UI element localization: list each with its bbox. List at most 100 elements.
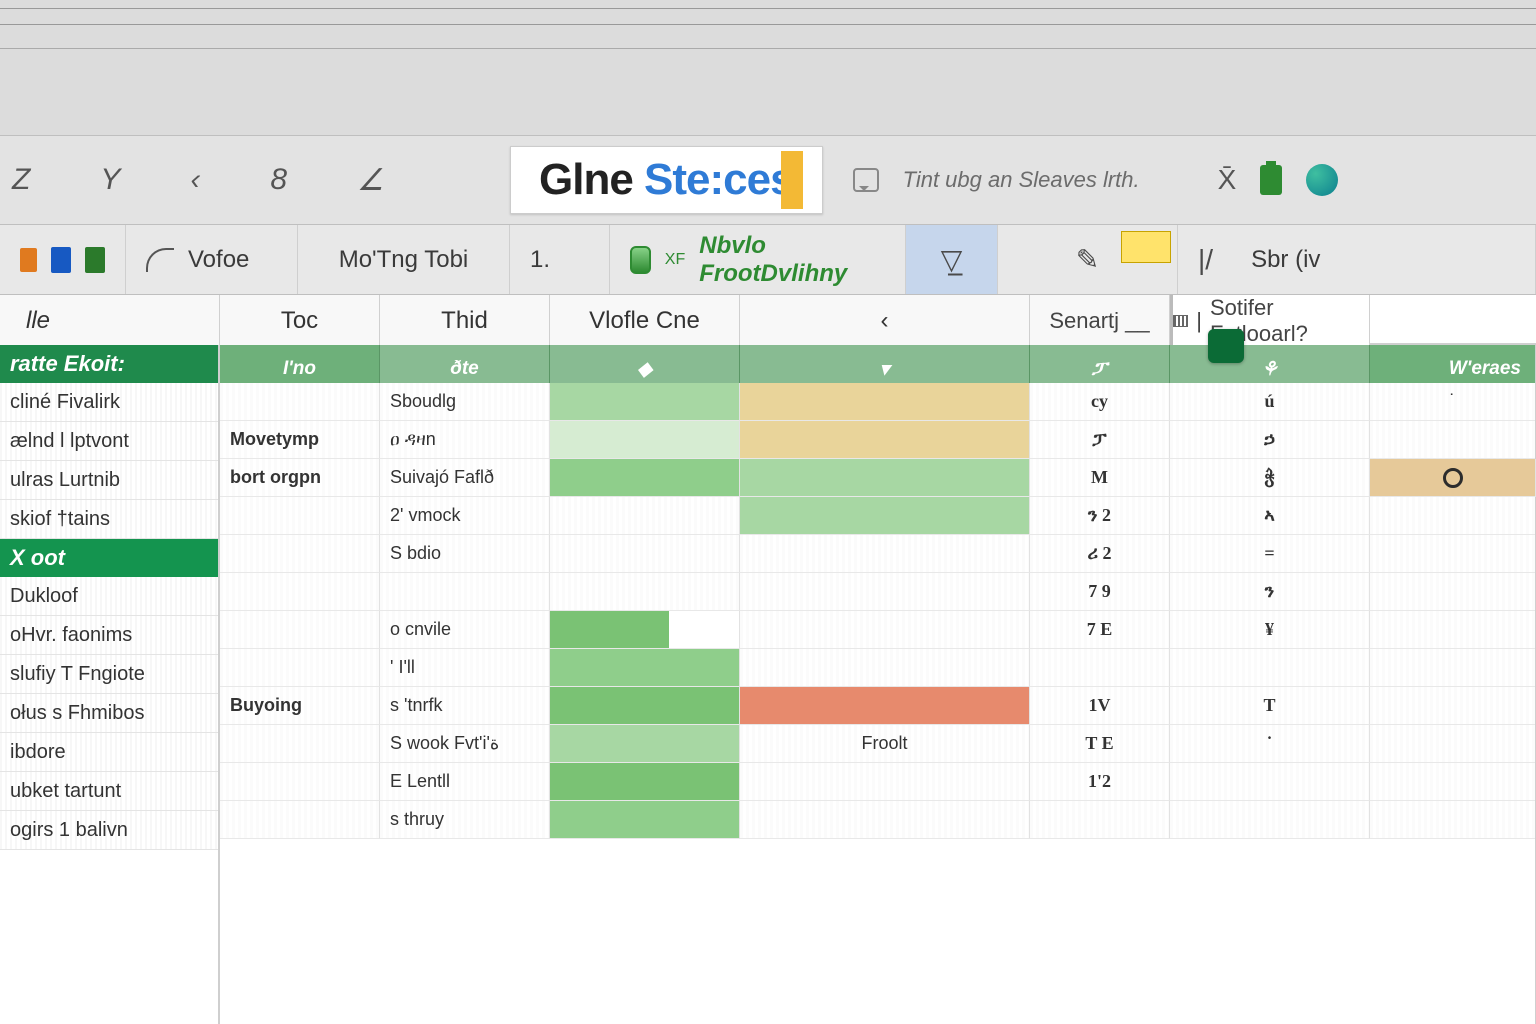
qa-glyph[interactable]: 8 bbox=[270, 163, 287, 197]
grid-cell[interactable] bbox=[220, 535, 380, 573]
grid-cell[interactable] bbox=[550, 611, 740, 649]
ribbon-group-last[interactable]: |/ Sbr (iv bbox=[1178, 225, 1536, 294]
grid-cell[interactable]: ኃ bbox=[1170, 421, 1370, 459]
grid-cell[interactable] bbox=[1370, 535, 1536, 573]
grid-cell[interactable]: 2' vmock bbox=[380, 497, 550, 535]
account-avatar[interactable] bbox=[1306, 164, 1338, 196]
grid-cell[interactable] bbox=[220, 801, 380, 839]
grid-cell[interactable] bbox=[740, 687, 1030, 725]
grid-cell[interactable] bbox=[550, 535, 740, 573]
search-hint[interactable]: Tint ubg an Sleaves lrth. bbox=[903, 167, 1140, 193]
qa-glyph[interactable]: ∠ bbox=[357, 163, 384, 198]
grid-cell[interactable] bbox=[1170, 801, 1370, 839]
sidebar-item[interactable]: oHvr. faonims bbox=[0, 616, 218, 655]
grid-cell[interactable]: cy bbox=[1030, 383, 1170, 421]
grid-cell[interactable]: T E bbox=[1030, 725, 1170, 763]
grid-cell[interactable]: Buyoing bbox=[220, 687, 380, 725]
grid-cell[interactable]: s thruy bbox=[380, 801, 550, 839]
colhead-vlofle[interactable]: Vlofle Cne bbox=[550, 295, 740, 347]
grid-cell[interactable] bbox=[550, 649, 740, 687]
grid-cell[interactable]: Sboudlg bbox=[380, 383, 550, 421]
grid-cell[interactable]: ኣ bbox=[1170, 497, 1370, 535]
grid-cell[interactable] bbox=[1170, 649, 1370, 687]
grid-cell[interactable] bbox=[740, 383, 1030, 421]
grid-cell[interactable] bbox=[550, 687, 740, 725]
grid-cell[interactable] bbox=[1370, 687, 1536, 725]
grid-cell[interactable] bbox=[740, 497, 1030, 535]
shape-orange-icon[interactable] bbox=[20, 248, 37, 272]
grid-cell[interactable] bbox=[550, 383, 740, 421]
ribbon-group-active[interactable]: ▽̲ bbox=[906, 225, 998, 294]
grid-cell[interactable]: 7 9 bbox=[1030, 573, 1170, 611]
grid-cell[interactable]: ჭ bbox=[1170, 459, 1370, 497]
grid-cell[interactable] bbox=[1030, 649, 1170, 687]
grid-cell[interactable]: Movetymp bbox=[220, 421, 380, 459]
grid-cell[interactable] bbox=[220, 611, 380, 649]
grid-cell[interactable]: ' I'll bbox=[380, 649, 550, 687]
grid-cell[interactable]: ፓ bbox=[1030, 421, 1170, 459]
colhead-sort[interactable]: | Sotifer Fatlooarl? bbox=[1170, 295, 1370, 347]
overline-x-icon[interactable]: X̄ bbox=[1218, 164, 1237, 196]
grid-cell[interactable] bbox=[1370, 725, 1536, 763]
grid-cell[interactable]: ¥ bbox=[1170, 611, 1370, 649]
grid-cell[interactable]: E Lentll bbox=[380, 763, 550, 801]
grid-cell[interactable]: ሪ 2 bbox=[1030, 535, 1170, 573]
ribbon-group-one[interactable]: 1. bbox=[510, 225, 610, 294]
grid-cell[interactable] bbox=[550, 573, 740, 611]
grid-cell[interactable]: S wook Fvt'i'ة bbox=[380, 725, 550, 763]
sidebar-item[interactable]: skiof †tains bbox=[0, 500, 218, 539]
shape-green-icon[interactable] bbox=[85, 247, 105, 273]
grid-cell[interactable] bbox=[740, 763, 1030, 801]
grid-cell[interactable] bbox=[1370, 611, 1536, 649]
grid-cell[interactable] bbox=[740, 649, 1030, 687]
grid-cell[interactable] bbox=[220, 497, 380, 535]
sidebar-item[interactable]: ubket tartunt bbox=[0, 772, 218, 811]
grid-cell[interactable] bbox=[220, 649, 380, 687]
grid-cell[interactable] bbox=[740, 573, 1030, 611]
grid-cell[interactable]: ን bbox=[1170, 573, 1370, 611]
grid-cell[interactable]: ˙ bbox=[1370, 383, 1536, 421]
grid-cell[interactable] bbox=[1370, 421, 1536, 459]
grid-cell[interactable] bbox=[550, 497, 740, 535]
grid-cell[interactable]: 1V bbox=[1030, 687, 1170, 725]
sidebar-item[interactable]: ulras Lurtnib bbox=[0, 461, 218, 500]
grid-cell[interactable] bbox=[740, 421, 1030, 459]
grid-cell[interactable] bbox=[1370, 763, 1536, 801]
colhead-prev[interactable]: ‹ bbox=[740, 295, 1030, 347]
grid-cell[interactable]: 1'2 bbox=[1030, 763, 1170, 801]
grid-cell[interactable] bbox=[550, 459, 740, 497]
sidebar-item[interactable]: ogirs 1 balivn bbox=[0, 811, 218, 850]
grid-cell[interactable] bbox=[220, 573, 380, 611]
grid-cell[interactable]: ú bbox=[1170, 383, 1370, 421]
qa-glyph[interactable]: Z bbox=[12, 163, 30, 197]
sidebar-item[interactable]: ibdore bbox=[0, 733, 218, 772]
colhead-name[interactable]: lle bbox=[0, 295, 220, 347]
qa-glyph[interactable]: ‹ bbox=[190, 163, 200, 197]
grid-cell[interactable]: ዐ ዳዛn bbox=[380, 421, 550, 459]
grid-cell[interactable]: s 'tnrfk bbox=[380, 687, 550, 725]
grid-cell[interactable] bbox=[740, 611, 1030, 649]
grid-cell[interactable] bbox=[220, 383, 380, 421]
grid-cell[interactable] bbox=[550, 801, 740, 839]
shape-blue-icon[interactable] bbox=[51, 247, 71, 273]
grid-cell[interactable]: M bbox=[1030, 459, 1170, 497]
floating-chip-icon[interactable] bbox=[1208, 329, 1244, 363]
ribbon-group-moting[interactable]: Mo'Tng Tobi bbox=[298, 225, 510, 294]
sidebar-item[interactable]: slufiy T Fngiote bbox=[0, 655, 218, 694]
ribbon-group-notes[interactable]: ✎ bbox=[998, 225, 1178, 294]
grid-cell[interactable]: Froolt bbox=[740, 725, 1030, 763]
colhead-senartj[interactable]: Senartj __ bbox=[1030, 295, 1170, 347]
grid-cell[interactable]: o cnvile bbox=[380, 611, 550, 649]
ribbon-group-froot[interactable]: XF Nbvlo FrootDvlihny bbox=[610, 225, 906, 294]
grid-cell[interactable] bbox=[1370, 573, 1536, 611]
grid-cell[interactable] bbox=[550, 421, 740, 459]
grid-cell[interactable] bbox=[220, 763, 380, 801]
grid-cell[interactable] bbox=[1370, 801, 1536, 839]
sidebar-item[interactable]: Dukloof bbox=[0, 577, 218, 616]
grid-cell[interactable]: Suivajó Faflð bbox=[380, 459, 550, 497]
colhead-thid[interactable]: Thid bbox=[380, 295, 550, 347]
grid-cell[interactable] bbox=[1370, 497, 1536, 535]
qa-glyph[interactable]: Y bbox=[100, 163, 120, 197]
grid-cell[interactable] bbox=[550, 763, 740, 801]
grid-cell[interactable] bbox=[740, 459, 1030, 497]
